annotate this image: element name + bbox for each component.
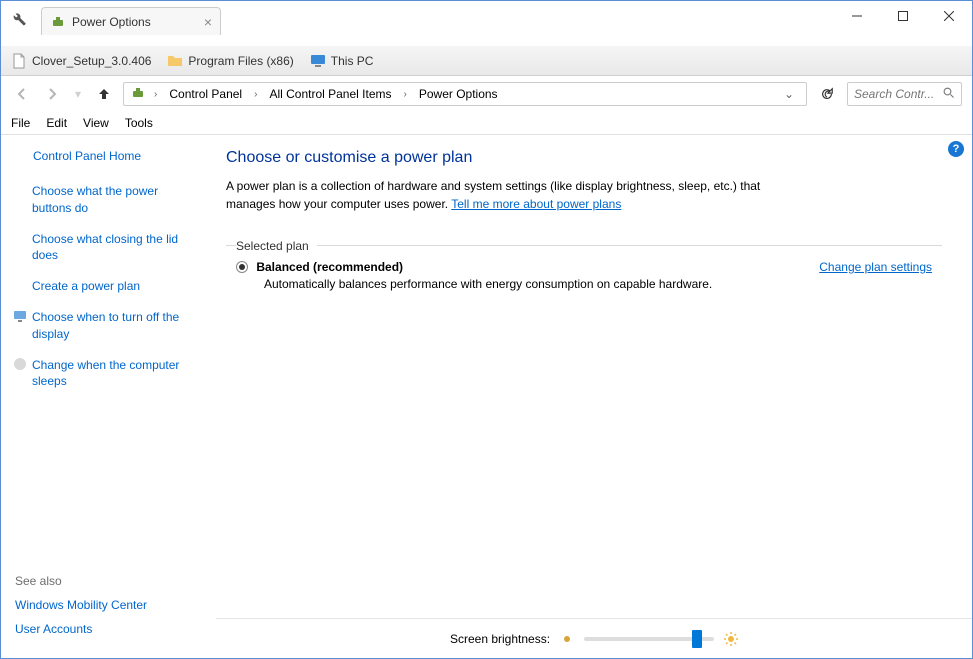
back-button[interactable] bbox=[11, 83, 33, 105]
brightness-slider-thumb[interactable] bbox=[692, 630, 702, 648]
folder-icon bbox=[167, 53, 183, 69]
sidebar-link-closing-lid[interactable]: Choose what closing the lid does bbox=[13, 231, 200, 265]
breadcrumb-segment[interactable]: Power Options bbox=[415, 85, 502, 103]
change-plan-settings-link[interactable]: Change plan settings bbox=[819, 260, 932, 274]
sidebar-link-label: Choose what closing the lid does bbox=[32, 231, 200, 265]
navigation-row: ▾ › Control Panel › All Control Panel It… bbox=[1, 76, 972, 112]
sidebar-link-computer-sleeps[interactable]: Change when the computer sleeps bbox=[13, 357, 200, 391]
brightness-label: Screen brightness: bbox=[450, 632, 550, 646]
close-tab-button[interactable]: × bbox=[204, 15, 212, 29]
plan-description: Automatically balances performance with … bbox=[264, 277, 712, 291]
menu-view[interactable]: View bbox=[83, 116, 109, 130]
sidebar-link-label: Choose what the power buttons do bbox=[32, 183, 200, 217]
bookmark-item[interactable]: Clover_Setup_3.0.406 bbox=[11, 53, 151, 69]
monitor-icon bbox=[310, 53, 326, 69]
see-also-mobility-center[interactable]: Windows Mobility Center bbox=[13, 598, 200, 612]
power-options-icon bbox=[50, 14, 66, 30]
sun-dim-icon bbox=[560, 632, 574, 646]
sidebar-link-create-plan[interactable]: Create a power plan bbox=[13, 278, 200, 295]
clover-wrench-icon bbox=[9, 9, 27, 27]
page-description: A power plan is a collection of hardware… bbox=[226, 177, 786, 213]
breadcrumb-segment[interactable]: Control Panel bbox=[165, 85, 246, 103]
bookmark-item[interactable]: This PC bbox=[310, 53, 374, 69]
sidebar-link-label: Choose when to turn off the display bbox=[32, 309, 200, 343]
chevron-right-icon[interactable]: › bbox=[148, 89, 163, 100]
sidebar: Control Panel Home Choose what the power… bbox=[1, 135, 216, 658]
breadcrumb-segment[interactable]: All Control Panel Items bbox=[265, 85, 395, 103]
sidebar-link-power-buttons[interactable]: Choose what the power buttons do bbox=[13, 183, 200, 217]
search-input[interactable] bbox=[854, 87, 939, 101]
forward-button[interactable] bbox=[41, 83, 63, 105]
bookmark-item[interactable]: Program Files (x86) bbox=[167, 53, 293, 69]
menu-bar: File Edit View Tools bbox=[1, 112, 972, 135]
address-breadcrumb[interactable]: › Control Panel › All Control Panel Item… bbox=[123, 82, 807, 106]
search-icon bbox=[943, 87, 955, 102]
up-button[interactable] bbox=[93, 83, 115, 105]
page-heading: Choose or customise a power plan bbox=[226, 149, 942, 167]
content-area: ? Control Panel Home Choose what the pow… bbox=[1, 135, 972, 658]
close-window-button[interactable] bbox=[926, 1, 972, 31]
sidebar-link-label: Create a power plan bbox=[32, 278, 200, 295]
nav-separator: ▾ bbox=[75, 87, 81, 101]
selected-plan-label: Selected plan bbox=[236, 239, 317, 253]
tab-title: Power Options bbox=[72, 15, 151, 29]
sidebar-link-turn-off-display[interactable]: Choose when to turn off the display bbox=[13, 309, 200, 343]
menu-edit[interactable]: Edit bbox=[46, 116, 67, 130]
sun-bright-icon bbox=[724, 632, 738, 646]
menu-tools[interactable]: Tools bbox=[125, 116, 153, 130]
see-also-header: See also bbox=[13, 574, 200, 588]
see-also-user-accounts[interactable]: User Accounts bbox=[13, 622, 200, 636]
chevron-right-icon[interactable]: › bbox=[248, 89, 263, 100]
main-panel: Choose or customise a power plan A power… bbox=[216, 135, 972, 658]
plan-name: Balanced (recommended) bbox=[256, 260, 403, 274]
power-plan-option[interactable]: Balanced (recommended) Automatically bal… bbox=[236, 260, 712, 291]
bookmark-bar: Clover_Setup_3.0.406 Program Files (x86)… bbox=[1, 46, 972, 76]
file-icon bbox=[11, 53, 27, 69]
bookmark-label: This PC bbox=[331, 54, 374, 68]
breadcrumb-dropdown[interactable]: ⌄ bbox=[784, 87, 800, 101]
control-panel-icon bbox=[130, 85, 146, 104]
sidebar-link-label: Change when the computer sleeps bbox=[32, 357, 200, 391]
brightness-footer: Screen brightness: bbox=[216, 618, 972, 658]
power-plan-row: Balanced (recommended) Automatically bal… bbox=[236, 260, 932, 291]
minimize-button[interactable] bbox=[834, 1, 880, 31]
radio-selected-icon[interactable] bbox=[236, 261, 248, 273]
search-box[interactable] bbox=[847, 82, 962, 106]
bookmark-label: Program Files (x86) bbox=[188, 54, 293, 68]
maximize-button[interactable] bbox=[880, 1, 926, 31]
titlebar: Power Options × bbox=[1, 1, 972, 46]
fieldset-divider bbox=[226, 245, 942, 246]
moon-icon bbox=[13, 357, 27, 371]
browser-tab[interactable]: Power Options × bbox=[41, 7, 221, 35]
chevron-right-icon[interactable]: › bbox=[398, 89, 413, 100]
tell-me-more-link[interactable]: Tell me more about power plans bbox=[451, 197, 621, 211]
window-controls bbox=[834, 1, 972, 31]
display-icon bbox=[13, 309, 27, 323]
refresh-button[interactable] bbox=[815, 82, 839, 106]
control-panel-home-link[interactable]: Control Panel Home bbox=[13, 149, 200, 163]
menu-file[interactable]: File bbox=[11, 116, 30, 130]
bookmark-label: Clover_Setup_3.0.406 bbox=[32, 54, 151, 68]
brightness-slider[interactable] bbox=[584, 637, 714, 641]
